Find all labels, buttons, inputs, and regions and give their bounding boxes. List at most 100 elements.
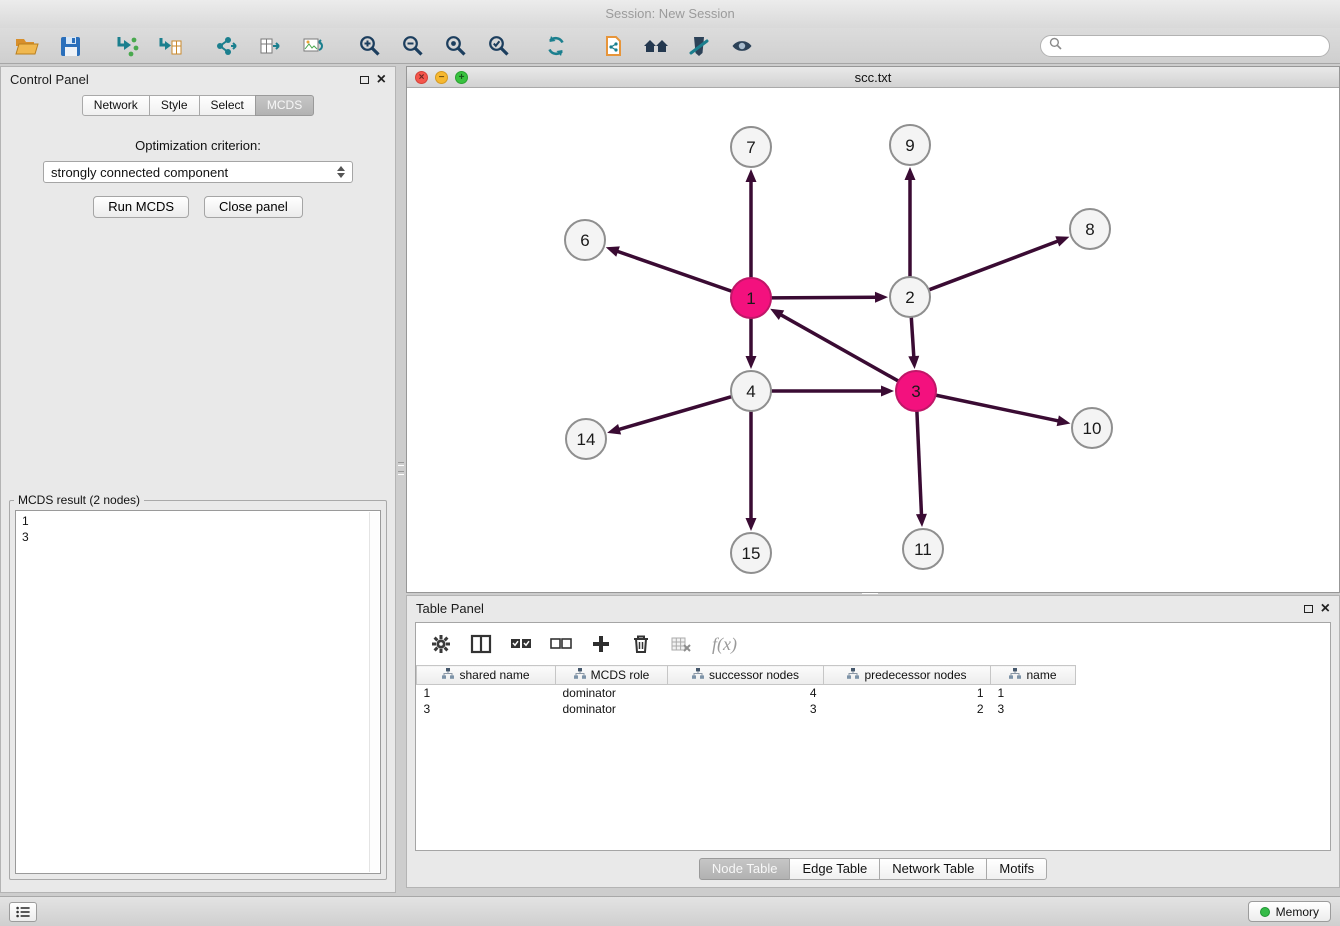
table-cell[interactable]: 1 — [991, 685, 1076, 701]
graph-edge[interactable] — [908, 317, 919, 369]
graph-edge[interactable] — [746, 411, 757, 531]
deselect-all-icon[interactable] — [548, 631, 574, 657]
search-input[interactable] — [1067, 39, 1321, 53]
tab-select[interactable]: Select — [199, 95, 256, 116]
zoom-out-icon[interactable] — [396, 31, 430, 61]
graph-edge[interactable] — [746, 318, 757, 369]
close-window-button[interactable]: × — [415, 71, 428, 84]
gear-icon[interactable] — [428, 631, 454, 657]
eye-icon[interactable] — [725, 31, 759, 61]
import-network-icon[interactable] — [110, 31, 144, 61]
close-panel-icon[interactable]: × — [377, 74, 386, 86]
table-cell[interactable]: 1 — [824, 685, 991, 701]
export-table-icon[interactable] — [253, 31, 287, 61]
memory-button[interactable]: Memory — [1248, 901, 1331, 922]
run-mcds-button[interactable]: Run MCDS — [93, 196, 189, 218]
tab-node-table[interactable]: Node Table — [699, 858, 791, 880]
graph-edge[interactable] — [916, 411, 927, 527]
export-network-icon[interactable] — [210, 31, 244, 61]
import-table-icon[interactable] — [153, 31, 187, 61]
table-row[interactable]: 1dominator411 — [417, 685, 1331, 701]
graph-node-3[interactable]: 3 — [896, 371, 936, 411]
graph-edge[interactable] — [936, 395, 1071, 426]
minimize-window-button[interactable]: − — [435, 71, 448, 84]
graph-node-8[interactable]: 8 — [1070, 209, 1110, 249]
graph-edge[interactable] — [606, 246, 732, 291]
split-columns-icon[interactable] — [468, 631, 494, 657]
table-cell[interactable]: 3 — [668, 701, 824, 717]
add-row-icon[interactable] — [588, 631, 614, 657]
select-stepper-icon — [337, 166, 345, 178]
tab-style[interactable]: Style — [149, 95, 200, 116]
clipboard-document-icon[interactable] — [596, 31, 630, 61]
zoom-in-icon[interactable] — [353, 31, 387, 61]
table-cell[interactable]: 3 — [417, 701, 556, 717]
houses-icon[interactable] — [639, 31, 673, 61]
delete-row-icon[interactable] — [628, 631, 654, 657]
criterion-select[interactable]: strongly connected component — [43, 161, 353, 183]
delete-table-icon[interactable] — [668, 631, 694, 657]
table-row[interactable]: 3dominator323 — [417, 701, 1331, 717]
graph-edge[interactable] — [905, 167, 916, 277]
style-badge-icon[interactable] — [682, 31, 716, 61]
float-table-panel-icon[interactable] — [1304, 605, 1313, 613]
save-icon[interactable] — [53, 31, 87, 61]
refresh-icon[interactable] — [539, 31, 573, 61]
table-cell[interactable]: 4 — [668, 685, 824, 701]
tab-network-table[interactable]: Network Table — [879, 858, 987, 880]
function-builder-icon[interactable]: f(x) — [712, 634, 737, 655]
graph-node-7[interactable]: 7 — [731, 127, 771, 167]
table-cell[interactable]: dominator — [556, 701, 668, 717]
graph-node-14[interactable]: 14 — [566, 419, 606, 459]
network-canvas[interactable]: 7 9 6 8 1 2 4 3 14 10 15 11 — [407, 88, 1339, 592]
tab-network[interactable]: Network — [82, 95, 150, 116]
graph-edge[interactable] — [771, 386, 894, 397]
svg-text:9: 9 — [905, 136, 914, 155]
svg-text:10: 10 — [1083, 419, 1102, 438]
table-cell[interactable]: 1 — [417, 685, 556, 701]
svg-text:7: 7 — [746, 138, 755, 157]
table-cell[interactable]: 3 — [991, 701, 1076, 717]
float-window-icon[interactable] — [360, 76, 369, 84]
panel-divider-vertical[interactable] — [398, 455, 404, 481]
svg-text:6: 6 — [580, 231, 589, 250]
window-titlebar: Session: New Session — [0, 0, 1340, 28]
column-header-shared-name[interactable]: shared name — [417, 666, 556, 685]
tab-edge-table[interactable]: Edge Table — [789, 858, 880, 880]
close-panel-button[interactable]: Close panel — [204, 196, 303, 218]
tab-motifs[interactable]: Motifs — [986, 858, 1047, 880]
table-cell[interactable]: 2 — [824, 701, 991, 717]
graph-node-1[interactable]: 1 — [731, 278, 771, 318]
control-panel-header: Control Panel × — [1, 67, 395, 92]
graph-node-10[interactable]: 10 — [1072, 408, 1112, 448]
select-all-icon[interactable] — [508, 631, 534, 657]
graph-edge[interactable] — [771, 292, 888, 303]
tab-mcds[interactable]: MCDS — [255, 95, 314, 116]
search-icon — [1049, 37, 1062, 55]
column-header-mcds-role[interactable]: MCDS role — [556, 666, 668, 685]
result-scrollbar[interactable] — [369, 512, 379, 872]
graph-node-6[interactable]: 6 — [565, 220, 605, 260]
search-field[interactable] — [1040, 35, 1330, 57]
zoom-fit-icon[interactable] — [439, 31, 473, 61]
column-type-icon — [1009, 668, 1021, 682]
maximize-window-button[interactable]: + — [455, 71, 468, 84]
column-header-name[interactable]: name — [991, 666, 1076, 685]
open-folder-icon[interactable] — [10, 31, 44, 61]
graph-node-15[interactable]: 15 — [731, 533, 771, 573]
graph-edge[interactable] — [607, 397, 732, 435]
graph-node-11[interactable]: 11 — [903, 529, 943, 569]
column-header-successor-nodes[interactable]: successor nodes — [668, 666, 824, 685]
export-image-icon[interactable] — [296, 31, 330, 61]
graph-edge[interactable] — [770, 309, 898, 381]
graph-node-2[interactable]: 2 — [890, 277, 930, 317]
table-cell[interactable]: dominator — [556, 685, 668, 701]
column-header-predecessor-nodes[interactable]: predecessor nodes — [824, 666, 991, 685]
task-list-button[interactable] — [9, 902, 37, 922]
close-table-panel-icon[interactable]: × — [1321, 603, 1330, 615]
graph-node-4[interactable]: 4 — [731, 371, 771, 411]
graph-edge[interactable] — [929, 236, 1070, 290]
graph-edge[interactable] — [746, 169, 757, 278]
graph-node-9[interactable]: 9 — [890, 125, 930, 165]
zoom-selected-icon[interactable] — [482, 31, 516, 61]
